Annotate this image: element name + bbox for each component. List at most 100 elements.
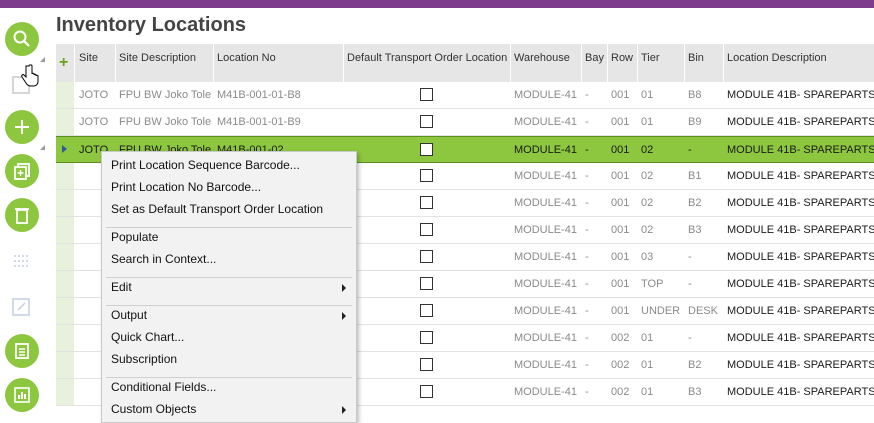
cell-ldesc[interactable]: MODULE 41B- SPAREPARTS S [724,271,874,297]
cell-bin[interactable]: B8 [685,82,723,108]
cell-ldesc[interactable]: MODULE 41B- SPAREPARTS S [724,217,874,243]
default-transport-checkbox[interactable] [420,358,433,371]
column-header-default-transport[interactable]: Default Transport Order Location [344,44,510,82]
cell-tier[interactable]: UNDER [638,298,684,324]
cell-wh[interactable]: MODULE-41 [511,271,581,297]
add-row-icon[interactable]: + [59,54,68,72]
cell-bin[interactable]: B2 [685,190,723,216]
cell-row[interactable]: 001 [608,82,637,108]
cell-tier[interactable]: 01 [638,379,684,405]
search-button[interactable] [5,22,45,62]
column-header-bin[interactable]: Bin [685,44,723,82]
default-transport-checkbox[interactable] [420,223,433,236]
default-transport-checkbox[interactable] [420,331,433,344]
cell-site[interactable]: JOTO [76,82,114,108]
row-selector[interactable] [56,271,74,297]
default-transport-checkbox[interactable] [420,169,433,182]
row-selector[interactable] [56,244,74,270]
cell-wh[interactable]: MODULE-41 [511,82,581,108]
cell-tier[interactable]: 02 [638,163,684,189]
cell-bay[interactable]: - [582,352,607,378]
cell-bay[interactable]: - [582,379,607,405]
cell-wh[interactable]: MODULE-41 [511,217,581,243]
cell-row[interactable]: 001 [608,109,637,135]
cell-row[interactable]: 002 [608,352,637,378]
menu-item[interactable]: Print Location No Barcode... [111,180,261,194]
cell-ldesc[interactable]: MODULE 41B- SPAREPARTS S [724,163,874,189]
column-header-site[interactable]: Site [76,44,114,82]
row-selector[interactable] [56,217,74,243]
row-selector[interactable] [56,190,74,216]
table-row[interactable]: JOTO FPU BW Joko Tole M41B-001-01-B8 MODULE… [56,82,874,109]
cell-wh[interactable]: MODULE-41 [511,298,581,324]
cell-bin[interactable]: - [685,271,723,297]
menu-item[interactable]: Quick Chart... [111,330,184,344]
row-selector[interactable] [56,298,74,324]
cell-tier[interactable]: 02 [638,137,684,163]
cell-row[interactable]: 002 [608,325,637,351]
cell-ldesc[interactable]: MODULE 41B- SPAREPARTS S [724,325,874,351]
cell-tier[interactable]: 01 [638,352,684,378]
cell-tier[interactable]: 01 [638,325,684,351]
menu-item[interactable]: Edit [111,280,132,294]
cell-tier[interactable]: 01 [638,109,684,135]
cell-ldesc[interactable]: MODULE 41B- SPAREPARTS S [724,352,874,378]
cell-tier[interactable]: 02 [638,190,684,216]
cell-loc[interactable]: M41B-001-01-B9 [214,109,344,135]
cell-bay[interactable]: - [582,82,607,108]
cell-ldesc[interactable]: MODULE 41B- SPAREPARTS S [724,190,874,216]
cell-bay[interactable]: - [582,325,607,351]
add-button[interactable] [5,110,45,150]
menu-item[interactable]: Print Location Sequence Barcode... [111,158,300,172]
menu-item[interactable]: Search in Context... [111,252,216,266]
cell-row[interactable]: 001 [608,217,637,243]
cell-ldesc[interactable]: MODULE 41B- SPAREPARTS S [724,109,874,135]
menu-item[interactable]: Subscription [111,352,177,366]
column-header-location-no[interactable]: Location No [214,44,344,82]
cell-bin[interactable]: B1 [685,163,723,189]
cell-wh[interactable]: MODULE-41 [511,244,581,270]
column-header-tier[interactable]: Tier [638,44,684,82]
cell-tier[interactable]: TOP [638,271,684,297]
cell-bay[interactable]: - [582,163,607,189]
cell-tier[interactable]: 02 [638,217,684,243]
cell-desc[interactable]: FPU BW Joko Tole [116,109,213,135]
cell-bay[interactable]: - [582,271,607,297]
cell-row[interactable]: 001 [608,163,637,189]
cell-site[interactable]: JOTO [76,109,114,135]
cell-bin[interactable]: B3 [685,379,723,405]
cell-row[interactable]: 001 [608,298,637,324]
cell-wh[interactable]: MODULE-41 [511,109,581,135]
cell-bin[interactable]: B3 [685,217,723,243]
cell-bay[interactable]: - [582,217,607,243]
cell-bay[interactable]: - [582,109,607,135]
cell-ldesc[interactable]: MODULE 41B- SPAREPARTS S [724,298,874,324]
row-selector[interactable] [56,325,74,351]
row-selector[interactable] [56,379,74,405]
chart-button[interactable] [5,378,39,412]
default-transport-checkbox[interactable] [420,143,433,156]
default-transport-checkbox[interactable] [420,277,433,290]
cell-bin[interactable]: B9 [685,109,723,135]
row-selector[interactable] [56,82,74,108]
column-header-bay[interactable]: Bay [582,44,607,82]
menu-item[interactable]: Output [111,308,147,322]
cell-bin[interactable]: - [685,137,723,163]
cell-ldesc[interactable]: MODULE 41B- SPAREPARTS S [724,379,874,405]
cell-row[interactable]: 001 [608,244,637,270]
default-transport-checkbox[interactable] [420,304,433,317]
cell-tier[interactable]: 03 [638,244,684,270]
table-row[interactable]: JOTO FPU BW Joko Tole M41B-001-01-B9 MODULE… [56,109,874,136]
cell-wh[interactable]: MODULE-41 [511,325,581,351]
cell-ldesc[interactable]: MODULE 41B- SPAREPARTS S [724,244,874,270]
duplicate-button[interactable] [5,154,39,188]
cell-row[interactable]: 002 [608,379,637,405]
cell-tier[interactable]: 01 [638,82,684,108]
cell-row[interactable]: 001 [608,271,637,297]
menu-item[interactable]: Custom Objects [111,402,196,416]
cell-bin[interactable]: DESK [685,298,723,324]
default-transport-checkbox[interactable] [420,385,433,398]
column-header-row[interactable]: Row [608,44,637,82]
default-transport-checkbox[interactable] [420,196,433,209]
cell-row[interactable]: 001 [608,190,637,216]
